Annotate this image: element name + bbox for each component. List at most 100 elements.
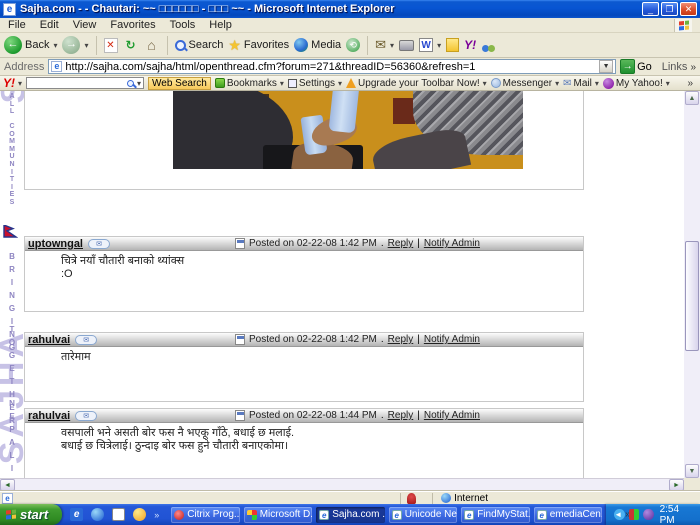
menu-file[interactable]: File — [8, 19, 26, 31]
post-body: चित्रे नयाँ चौतारी बनाको थ्यांक्स :O — [25, 251, 583, 281]
search-button[interactable]: Search — [175, 39, 224, 51]
citrix-icon — [174, 510, 184, 520]
messenger-dropdown-icon[interactable] — [554, 78, 559, 89]
menu-edit[interactable]: Edit — [40, 19, 59, 31]
tray-yahoo-icon[interactable] — [643, 509, 653, 520]
email-icon[interactable]: ✉ — [75, 335, 97, 345]
posted-icon — [235, 410, 245, 421]
quicklaunch-overflow-chevron[interactable]: » — [154, 510, 159, 520]
taskbar-button-sajha[interactable]: eSajha.com ... — [316, 507, 385, 523]
favorites-button[interactable]: ★ Favorites — [228, 37, 289, 54]
vertical-scroll-thumb[interactable] — [685, 241, 699, 351]
address-url[interactable]: http://sajha.com/sajha/html/openthread.c… — [65, 61, 596, 73]
edit-with-word-button[interactable]: W — [419, 38, 441, 52]
separator-dot: . — [381, 334, 384, 345]
separator-pipe: | — [417, 410, 420, 421]
forward-button[interactable]: → — [62, 36, 88, 54]
minimize-button[interactable]: _ — [642, 2, 659, 16]
horizontal-scrollbar[interactable]: ◄ ► — [0, 478, 700, 491]
stop-button[interactable]: ✕ — [104, 38, 118, 53]
taskbar-button-unicode[interactable]: eUnicode Ne... — [389, 507, 458, 523]
settings-dropdown-icon[interactable] — [337, 78, 342, 89]
reply-link[interactable]: Reply — [388, 334, 414, 345]
scroll-right-button[interactable]: ► — [669, 479, 684, 491]
scroll-left-button[interactable]: ◄ — [0, 479, 15, 491]
sidebar-link-communities[interactable]: C O M M U N I T I E S — [6, 123, 18, 207]
email-icon[interactable]: ✉ — [75, 411, 97, 421]
notify-admin-link[interactable]: Notify Admin — [424, 238, 480, 249]
post-body: तारेमाम — [25, 347, 583, 364]
messenger-people-button[interactable] — [481, 39, 497, 52]
post-author-link[interactable]: rahulvai — [28, 410, 70, 422]
go-label: Go — [637, 61, 652, 73]
links-menu[interactable]: Links — [662, 61, 696, 73]
vertical-scrollbar[interactable]: ▲ ▼ — [684, 91, 700, 478]
address-dropdown-icon[interactable]: ▼ — [599, 60, 613, 73]
start-button[interactable]: start — [0, 504, 62, 525]
yahoo-logo-button[interactable]: Y! — [3, 76, 22, 90]
history-button[interactable]: ⟲ — [346, 38, 360, 52]
yahoo-mail-dropdown-icon[interactable] — [594, 78, 599, 89]
search-label: Search — [189, 39, 224, 51]
mail-button[interactable] — [375, 37, 394, 53]
media-button[interactable]: Media — [294, 38, 341, 52]
quicklaunch-document-icon[interactable] — [112, 508, 125, 521]
bookmarks-icon — [215, 78, 225, 88]
bookmarks-dropdown-icon[interactable] — [279, 78, 284, 89]
messenger-button[interactable]: Messenger — [491, 78, 559, 89]
notify-admin-link[interactable]: Notify Admin — [424, 410, 480, 421]
yahoo-logo-icon: Y! — [3, 76, 15, 90]
reply-link[interactable]: Reply — [388, 238, 414, 249]
taskbar-button-citrix[interactable]: Citrix Prog... — [171, 507, 240, 523]
my-yahoo-dropdown-icon[interactable] — [665, 78, 670, 89]
email-icon[interactable]: ✉ — [88, 239, 110, 249]
menu-view[interactable]: View — [73, 19, 97, 31]
quicklaunch-desktop-icon[interactable] — [91, 508, 104, 521]
scroll-down-button[interactable]: ▼ — [685, 464, 699, 478]
post-author-link[interactable]: rahulvai — [28, 334, 70, 346]
taskbar-button-findmystat[interactable]: eFindMyStat... — [461, 507, 530, 523]
print-button[interactable] — [399, 40, 414, 51]
tray-chevron-icon[interactable]: ◄ — [614, 509, 625, 520]
restore-button[interactable]: ❐ — [661, 2, 678, 16]
sidebar-link-all[interactable]: A L L — [6, 93, 18, 116]
toolbar-separator — [96, 36, 97, 55]
menu-tools[interactable]: Tools — [170, 19, 196, 31]
menu-help[interactable]: Help — [209, 19, 232, 31]
address-input[interactable]: e http://sajha.com/sajha/html/openthread… — [48, 59, 616, 74]
separator-pipe: | — [417, 238, 420, 249]
mail-dropdown-icon[interactable] — [389, 39, 394, 51]
settings-button[interactable]: Settings — [288, 78, 342, 89]
yahoo-services-button[interactable]: Y! — [464, 38, 476, 52]
scroll-up-button[interactable]: ▲ — [685, 91, 699, 105]
yahoo-mail-button[interactable]: Mail — [563, 78, 599, 89]
yahoo-overflow-chevron[interactable]: » — [687, 78, 697, 89]
back-dropdown-icon[interactable] — [52, 39, 57, 51]
notify-admin-link[interactable]: Notify Admin — [424, 334, 480, 345]
menu-favorites[interactable]: Favorites — [110, 19, 155, 31]
task-label: Unicode Ne... — [405, 509, 458, 520]
back-button[interactable]: ← Back — [4, 36, 57, 54]
my-yahoo-button[interactable]: My Yahoo! — [603, 78, 670, 89]
upgrade-dropdown-icon[interactable] — [482, 78, 487, 89]
discuss-button[interactable] — [446, 38, 459, 52]
web-search-button[interactable]: Web Search — [148, 77, 211, 90]
reply-link[interactable]: Reply — [388, 410, 414, 421]
quicklaunch-messenger-icon[interactable] — [133, 508, 146, 521]
forward-dropdown-icon[interactable] — [83, 39, 88, 51]
close-button[interactable]: ✕ — [680, 2, 697, 16]
taskbar-button-microsoft[interactable]: Microsoft D... — [244, 507, 313, 523]
quicklaunch-ie-icon[interactable]: e — [70, 508, 83, 521]
bookmarks-button[interactable]: Bookmarks — [215, 78, 284, 89]
go-button[interactable]: → Go — [620, 59, 652, 74]
yahoo-dropdown-icon[interactable] — [17, 78, 22, 89]
status-page-icon: e — [2, 493, 13, 504]
taskbar-button-emediacenter[interactable]: eemediaCen... — [534, 507, 603, 523]
word-dropdown-icon[interactable] — [436, 39, 441, 51]
upgrade-toolbar-button[interactable]: Upgrade your Toolbar Now! — [346, 78, 487, 89]
post-author-link[interactable]: uptowngal — [28, 238, 83, 250]
yahoo-search-input[interactable] — [26, 77, 144, 89]
home-button[interactable]: ⌂ — [144, 37, 160, 53]
tray-messenger-icon[interactable] — [629, 509, 639, 520]
refresh-button[interactable]: ↻ — [123, 37, 139, 53]
